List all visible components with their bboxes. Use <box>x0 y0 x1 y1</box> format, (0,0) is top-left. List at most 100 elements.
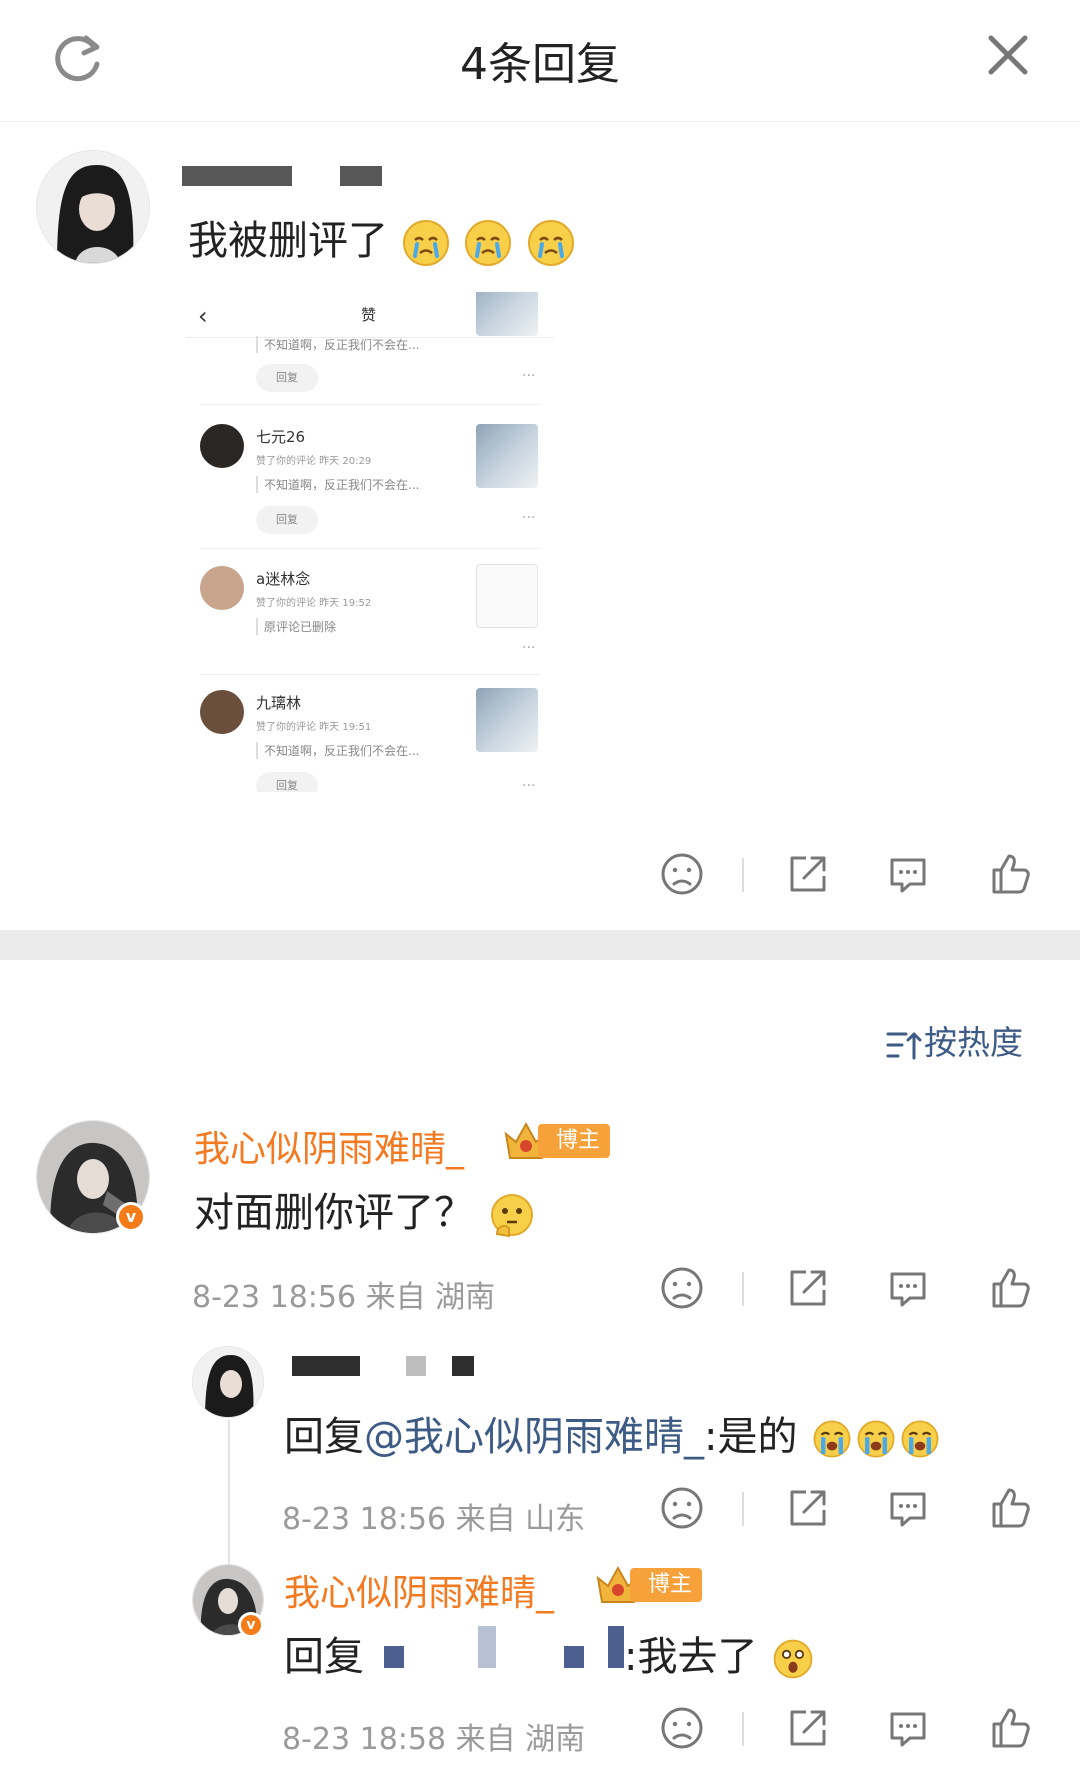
image-item-avatar <box>200 690 244 734</box>
like-button[interactable] <box>984 1262 1036 1314</box>
dislike-button[interactable] <box>656 1702 708 1754</box>
reply-meta: 8-23 18:58 来自 湖南 <box>282 1722 586 1757</box>
verified-badge-icon: v <box>116 1202 146 1232</box>
author-badge: 博主 <box>502 1121 614 1159</box>
share-button[interactable] <box>782 1482 834 1534</box>
comment-author[interactable]: 我心似阴雨难晴_ <box>194 1120 464 1172</box>
share-icon <box>790 1490 826 1526</box>
dislike-icon <box>661 1487 703 1529</box>
author-badge: 博主 <box>594 1565 706 1603</box>
image-placeholder-icon <box>476 564 538 628</box>
share-button[interactable] <box>782 848 834 900</box>
comment-button[interactable] <box>882 1262 934 1314</box>
dislike-button[interactable] <box>656 1262 708 1314</box>
sort-button[interactable]: 按热度 <box>886 1016 1023 1064</box>
image-item-name: 九璃林 <box>256 694 302 712</box>
image-item-thumb <box>476 424 538 488</box>
like-icon <box>992 854 1030 894</box>
separator <box>742 1492 744 1526</box>
reply-sheet: 4条回复 我被删评了 ‹ 赞 设置 不知道啊，反正我们不会在... 回复 <box>0 0 1080 1790</box>
header: 4条回复 <box>0 0 1080 122</box>
masked-mention <box>608 1626 624 1668</box>
image-item-name: 七元26 <box>256 428 306 446</box>
avatar[interactable] <box>36 150 150 264</box>
separator <box>742 1712 744 1746</box>
comment-button[interactable] <box>882 848 934 900</box>
dislike-button[interactable] <box>656 848 708 900</box>
masked-username <box>182 166 292 186</box>
section-divider <box>0 930 1080 960</box>
reply-prefix: 回复 <box>284 1634 364 1680</box>
share-button[interactable] <box>782 1702 834 1754</box>
share-button[interactable] <box>782 1262 834 1314</box>
like-button[interactable] <box>984 1482 1036 1534</box>
share-icon <box>790 1710 826 1746</box>
cry-face-icon <box>528 220 575 266</box>
mention-link[interactable]: @我心似阴雨难晴_ <box>364 1414 704 1460</box>
masked-username <box>406 1356 426 1376</box>
comment-icon <box>890 1492 926 1527</box>
reply-suffix: :我去了 <box>624 1634 758 1680</box>
thinking-face-icon <box>490 1194 533 1238</box>
comment-button[interactable] <box>882 1702 934 1754</box>
image-item-quote: 不知道啊，反正我们不会在... <box>256 476 419 493</box>
post-image[interactable]: ‹ 赞 设置 不知道啊，反正我们不会在... 回复 ··· 七元26 赞了你的评… <box>186 292 554 792</box>
dislike-icon <box>661 1707 703 1749</box>
masked-username <box>340 166 382 186</box>
reply-text: 回复 <box>284 1624 364 1682</box>
author-badge-label: 博主 <box>630 1568 703 1602</box>
divider <box>200 548 540 549</box>
image-item-reply: 回复 <box>256 364 318 392</box>
like-icon <box>992 1488 1030 1528</box>
masked-username <box>292 1356 360 1376</box>
page-title: 4条回复 <box>460 39 620 90</box>
image-item-avatar <box>200 566 244 610</box>
like-button[interactable] <box>984 1702 1036 1754</box>
more-icon: ··· <box>522 640 536 656</box>
reply-actions <box>650 1482 1050 1542</box>
post-actions <box>650 848 1050 908</box>
dislike-icon <box>661 853 703 895</box>
comment-icon <box>890 858 926 893</box>
surprised-face-icon <box>773 1639 813 1679</box>
like-button[interactable] <box>984 848 1036 900</box>
like-icon <box>992 1708 1030 1748</box>
loud-cry-face-icon <box>813 1420 851 1458</box>
separator <box>742 858 744 892</box>
thread-line <box>228 1420 230 1570</box>
comment-meta: 8-23 18:56 来自 湖南 <box>192 1280 496 1315</box>
reply-suffix: :是的 <box>704 1414 798 1460</box>
avatar[interactable] <box>192 1346 264 1418</box>
verified-badge-icon: v <box>238 1612 264 1638</box>
close-icon[interactable] <box>985 32 1031 78</box>
loud-cry-face-icon <box>901 1420 939 1458</box>
more-icon: ··· <box>522 778 536 792</box>
reply-meta: 8-23 18:56 来自 山东 <box>282 1502 586 1537</box>
image-item-meta: 赞了你的评论 昨天 19:51 <box>256 722 372 733</box>
comment-button[interactable] <box>882 1482 934 1534</box>
comment-actions <box>650 1262 1050 1322</box>
share-icon <box>790 1270 826 1306</box>
comment-text: 对面删你评了？ <box>194 1180 537 1240</box>
dislike-button[interactable] <box>656 1482 708 1534</box>
cry-face-icon <box>465 220 512 266</box>
dislike-icon <box>661 1267 703 1309</box>
masked-mention <box>478 1626 496 1668</box>
author-badge-label: 博主 <box>538 1124 611 1158</box>
sort-icon <box>886 1032 922 1059</box>
reply-text: 回复@我心似阴雨难晴_:是的 <box>284 1404 942 1462</box>
separator <box>742 1272 744 1306</box>
more-icon: ··· <box>522 510 536 526</box>
back-icon: ‹ <box>198 302 208 330</box>
reply-text: :我去了 <box>624 1624 816 1682</box>
image-item-name: a迷林念 <box>256 570 311 588</box>
divider <box>200 674 540 675</box>
sort-label: 按热度 <box>924 1023 1023 1062</box>
reply-author[interactable]: 我心似阴雨难晴_ <box>284 1564 554 1616</box>
image-item-quote: 不知道啊，反正我们不会在... <box>256 336 419 353</box>
image-item-reply: 回复 <box>256 772 318 792</box>
like-icon <box>992 1268 1030 1308</box>
image-title: 赞 <box>361 306 377 324</box>
masked-username <box>452 1356 474 1376</box>
loud-cry-face-icon <box>857 1420 895 1458</box>
